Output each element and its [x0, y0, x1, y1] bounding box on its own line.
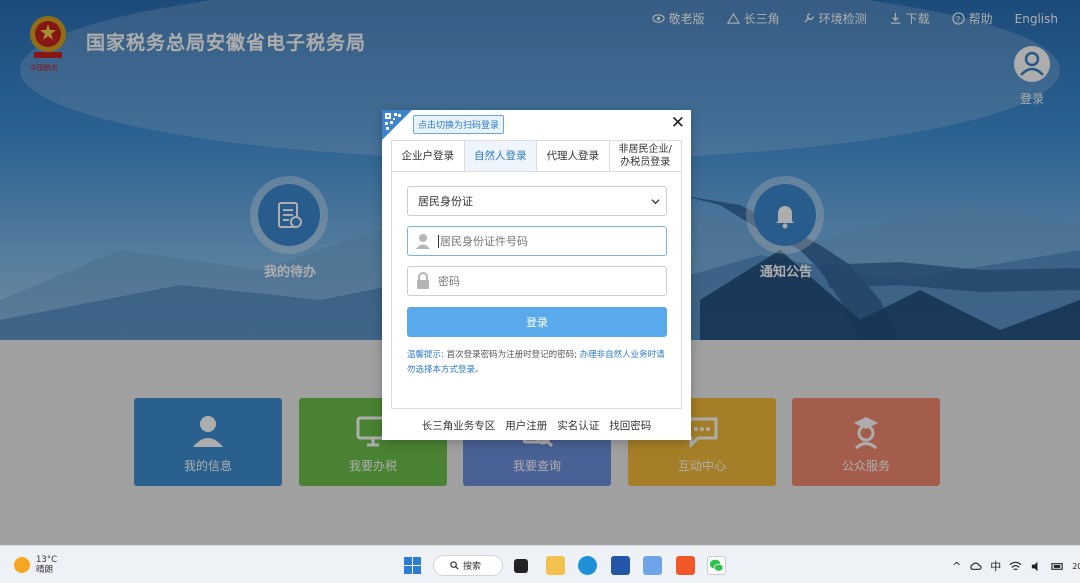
id-type-value: 居民身份证: [418, 195, 473, 208]
taobao-icon[interactable]: [676, 556, 695, 575]
id-number-input[interactable]: 居民身份证件号码: [407, 226, 667, 256]
weather-widget[interactable]: 13°C 晴朗: [14, 555, 57, 575]
wifi-icon[interactable]: [1009, 560, 1022, 573]
qr-switch-tip[interactable]: 点击切换为扫码登录: [413, 115, 505, 134]
link-recover-password[interactable]: 找回密码: [609, 418, 651, 433]
ime-indicator[interactable]: 中: [990, 558, 1001, 574]
login-panel: 居民身份证 居民身份证件号码 密码 登录 温馨提示: 首次登录密码为注册时登记的…: [391, 171, 682, 409]
battery-icon[interactable]: [1051, 560, 1064, 573]
close-button[interactable]: ✕: [671, 114, 685, 132]
system-tray: ^ 中 20: [952, 558, 1080, 574]
app-icon[interactable]: [643, 556, 662, 575]
login-tabs: 企业户登录 自然人登录 代理人登录 非居民企业/办税员登录: [391, 140, 682, 172]
link-real-name-auth[interactable]: 实名认证: [557, 418, 599, 433]
tip-text: 首次登录密码为注册时登记的密码;: [446, 350, 577, 360]
search-icon: [450, 561, 459, 570]
login-tip: 温馨提示: 首次登录密码为注册时登记的密码; 办理非自然人业务时请勿选择本方式登…: [407, 348, 669, 378]
tab-nonresident-login[interactable]: 非居民企业/办税员登录: [609, 140, 682, 171]
windows-start-icon[interactable]: [404, 557, 421, 574]
link-register[interactable]: 用户注册: [505, 418, 547, 433]
modal-footer-links: 长三角业务专区 用户注册 实名认证 找回密码: [382, 418, 691, 433]
password-input[interactable]: 密码: [407, 266, 667, 296]
link-yangtze-zone[interactable]: 长三角业务专区: [422, 418, 496, 433]
id-type-select[interactable]: 居民身份证: [407, 186, 667, 216]
password-placeholder: 密码: [438, 275, 460, 288]
id-number-placeholder: 居民身份证件号码: [440, 235, 528, 248]
text-caret: [438, 234, 439, 248]
chevron-up-icon[interactable]: ^: [952, 560, 961, 573]
windows-taskbar: 13°C 晴朗 搜索 ^ 中 20: [0, 545, 1080, 583]
taskbar-search[interactable]: 搜索: [433, 555, 503, 576]
login-modal: 点击切换为扫码登录 ✕ 企业户登录 自然人登录 代理人登录 非居民企业/办税员登…: [382, 110, 691, 440]
edge-browser-icon[interactable]: [578, 556, 597, 575]
cloud-icon[interactable]: [969, 560, 982, 573]
search-label: 搜索: [463, 562, 482, 572]
tab-natural-person-login[interactable]: 自然人登录: [464, 140, 537, 171]
lock-icon: [408, 267, 438, 295]
weather-condition: 晴朗: [36, 565, 54, 575]
login-button[interactable]: 登录: [407, 307, 667, 337]
tab-nonresident-label: 非居民企业/办税员登录: [618, 144, 672, 168]
tab-agent-login[interactable]: 代理人登录: [537, 140, 610, 171]
clock-partial[interactable]: 20: [1072, 562, 1080, 571]
file-explorer-icon[interactable]: [546, 556, 565, 575]
tab-enterprise-login[interactable]: 企业户登录: [391, 140, 465, 171]
store-icon[interactable]: [611, 556, 630, 575]
volume-icon[interactable]: [1030, 560, 1043, 573]
chevron-down-icon: [651, 198, 660, 204]
user-icon: [408, 227, 438, 255]
wechat-icon[interactable]: [707, 556, 726, 575]
qr-code-icon[interactable]: [382, 110, 412, 140]
task-view-icon[interactable]: [514, 559, 528, 573]
temperature: 13°C: [36, 555, 58, 565]
sun-icon: [14, 557, 30, 573]
tip-title: 温馨提示:: [407, 350, 444, 360]
